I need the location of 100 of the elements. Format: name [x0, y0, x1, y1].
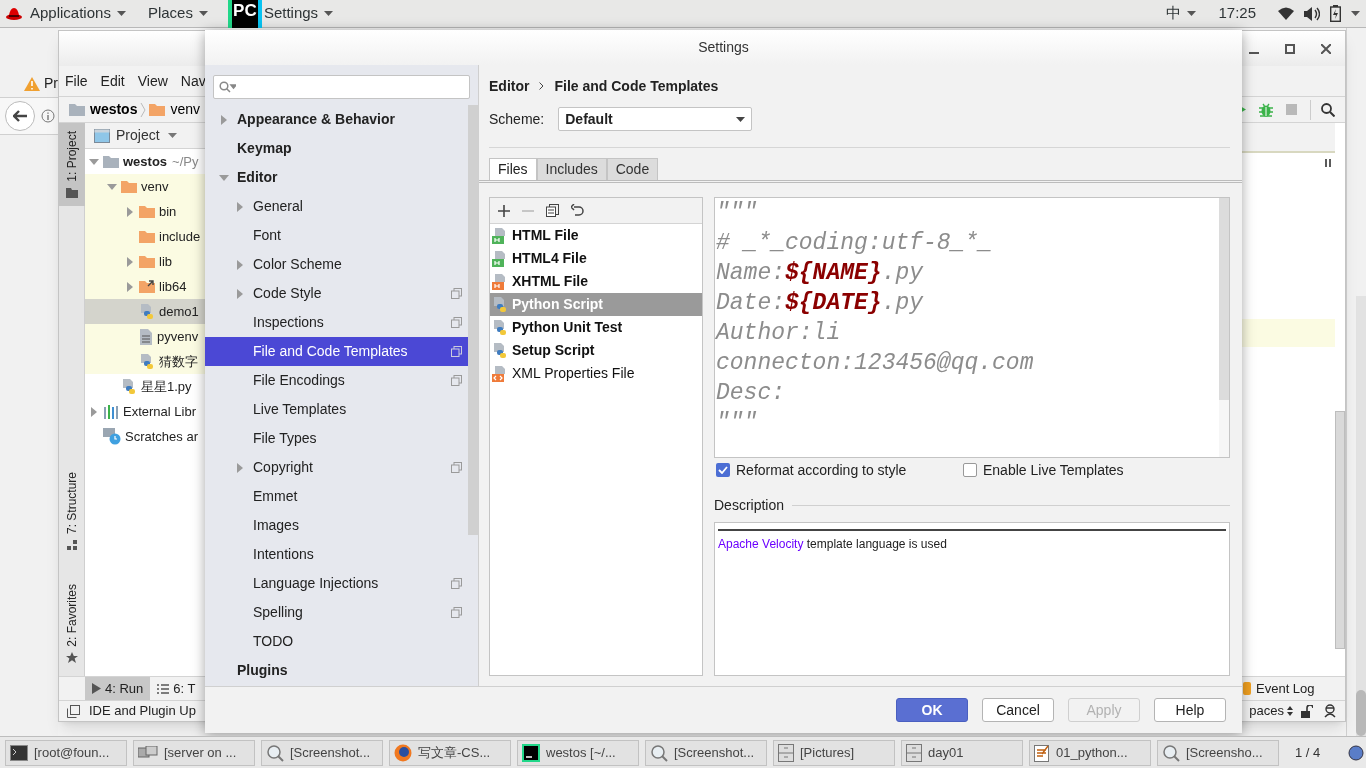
battery-icon[interactable]	[1330, 5, 1341, 22]
menu-item[interactable]: File	[65, 70, 88, 92]
collapse-arrow-icon[interactable]	[235, 201, 245, 212]
settings-nav-item[interactable]: Spelling	[205, 598, 468, 627]
hat-logo-icon[interactable]	[6, 6, 22, 21]
info-icon[interactable]	[41, 109, 55, 123]
add-icon[interactable]	[498, 204, 510, 217]
close-icon[interactable]	[1321, 43, 1331, 54]
tree-row[interactable]: lib64	[85, 274, 206, 299]
scrollbar-thumb[interactable]	[1219, 198, 1229, 400]
settings-nav-item[interactable]: Emmet	[205, 482, 468, 511]
checkbox[interactable]	[963, 463, 977, 477]
template-item[interactable]: HTML4 File	[490, 247, 702, 270]
template-item[interactable]: HTML File	[490, 224, 702, 247]
settings-nav-item[interactable]: Intentions	[205, 540, 468, 569]
workspace-pager[interactable]: 1 / 4	[1295, 742, 1321, 763]
settings-nav-item[interactable]: File Encodings	[205, 366, 468, 395]
taskbar-item[interactable]: [server on ...	[133, 739, 255, 766]
collapse-arrow-icon[interactable]	[235, 462, 245, 473]
search-field[interactable]	[213, 75, 470, 99]
settings-nav-item[interactable]: Code Style	[205, 279, 468, 308]
tree-row[interactable]: venv	[85, 174, 206, 199]
top-menu[interactable]: Applications	[30, 2, 126, 25]
collapse-arrow-icon[interactable]	[235, 288, 245, 299]
settings-nav-item[interactable]: Font	[205, 221, 468, 250]
scrollbar-thumb[interactable]	[468, 105, 478, 535]
dialog-button[interactable]: OK	[896, 698, 968, 722]
search-icon[interactable]	[1321, 102, 1335, 117]
scheme-dropdown[interactable]: Default	[558, 107, 753, 131]
settings-nav-item[interactable]: Plugins	[205, 656, 468, 685]
scrollbar-thumb[interactable]	[1356, 690, 1366, 736]
expand-arrow-icon[interactable]	[89, 156, 99, 167]
taskbar-item[interactable]: day01	[901, 739, 1023, 766]
template-item[interactable]: Python Unit Test	[490, 316, 702, 339]
tool-window-tab[interactable]: 7: Structure	[59, 463, 85, 558]
collapse-arrow-icon[interactable]	[125, 281, 135, 292]
template-item[interactable]: XML Properties File	[490, 362, 702, 385]
tree-row[interactable]: 猜数字	[85, 349, 206, 374]
menu-item[interactable]: View	[137, 70, 168, 92]
menu-item[interactable]: Nav	[180, 70, 206, 92]
tab[interactable]: Files	[489, 158, 537, 180]
taskbar-item[interactable]: [Screensho...	[1157, 739, 1279, 766]
taskbar-item[interactable]: [Screenshot...	[261, 739, 383, 766]
taskbar-item[interactable]: 写文章-CS...	[389, 739, 511, 766]
window-icon[interactable]	[67, 704, 80, 718]
settings-nav-item[interactable]: Images	[205, 511, 468, 540]
back-button[interactable]	[5, 101, 35, 131]
dialog-button[interactable]: Cancel	[982, 698, 1054, 722]
taskbar-item[interactable]: [Pictures]	[773, 739, 895, 766]
undo-icon[interactable]	[571, 204, 584, 217]
settings-nav-item[interactable]: File and Code Templates	[205, 337, 468, 366]
maximize-icon[interactable]	[1285, 43, 1295, 54]
bug-icon[interactable]	[1259, 102, 1273, 117]
settings-nav-item[interactable]: General	[205, 192, 468, 221]
menu-item[interactable]: Edit	[100, 70, 125, 92]
template-item[interactable]: Setup Script	[490, 339, 702, 362]
settings-nav-item[interactable]: Language Injections	[205, 569, 468, 598]
settings-nav-item[interactable]: Inspections	[205, 308, 468, 337]
browser-tab-title[interactable]: Pr	[44, 73, 58, 94]
inspector-icon[interactable]	[1323, 704, 1337, 718]
tool-window-tab[interactable]: 2: Favorites	[59, 575, 85, 673]
template-editor[interactable]: """ # _*_coding:utf-8_*_ Name:${NAME}.py Date:${DATE}.py Author:li connecton:123456@qq.com Desc: """	[714, 197, 1230, 458]
tab[interactable]: Code	[606, 158, 659, 180]
tool-window-tab[interactable]: 4: Run	[85, 677, 151, 700]
tool-window-tab[interactable]: 1: Project	[59, 123, 85, 206]
wifi-icon[interactable]	[1278, 7, 1294, 20]
tree-row[interactable]: pyvenv	[85, 324, 206, 349]
settings-nav-item[interactable]: Editor	[205, 163, 468, 192]
settings-nav-item[interactable]: File Types	[205, 424, 468, 453]
scrollbar-thumb[interactable]	[1335, 411, 1345, 649]
collapse-arrow-icon[interactable]	[219, 114, 229, 125]
indent-status[interactable]: paces	[1249, 701, 1293, 721]
notification-icon[interactable]	[1348, 744, 1365, 761]
settings-nav-item[interactable]: Appearance & Behavior	[205, 105, 468, 134]
status-message[interactable]: IDE and Plugin Up	[89, 701, 196, 721]
collapse-arrow-icon[interactable]	[235, 259, 245, 270]
top-menu[interactable]: Settings	[263, 2, 334, 25]
input-method-menu[interactable]: 中	[1166, 2, 1197, 25]
tree-row[interactable]: demo1	[85, 299, 206, 324]
dialog-button[interactable]: Help	[1154, 698, 1226, 722]
settings-nav-item[interactable]: Copyright	[205, 453, 468, 482]
settings-nav-item[interactable]: Live Templates	[205, 395, 468, 424]
tool-window-tab[interactable]: 6: T	[150, 677, 203, 700]
tree-row[interactable]: include	[85, 224, 206, 249]
breadcrumb-item[interactable]: venv	[149, 99, 201, 120]
event-log-tab[interactable]: Event Log	[1241, 678, 1345, 699]
taskbar-item[interactable]: [Screenshot...	[645, 739, 767, 766]
settings-nav-item[interactable]: Color Scheme	[205, 250, 468, 279]
taskbar-item[interactable]: [root@foun...	[5, 739, 127, 766]
lock-icon[interactable]	[1301, 704, 1313, 718]
taskbar-item[interactable]: 01_python...	[1029, 739, 1151, 766]
settings-nav-item[interactable]: TODO	[205, 627, 468, 656]
option-checkbox[interactable]: Enable Live Templates	[963, 459, 1124, 481]
tree-row[interactable]: lib	[85, 249, 206, 274]
option-checkbox[interactable]: Reformat according to style	[714, 459, 963, 481]
volume-icon[interactable]	[1304, 6, 1320, 21]
clock[interactable]: 17:25	[1218, 2, 1256, 25]
breadcrumb-item[interactable]: westos	[69, 99, 138, 120]
collapse-arrow-icon[interactable]	[125, 256, 135, 267]
copy-icon[interactable]	[546, 204, 559, 217]
